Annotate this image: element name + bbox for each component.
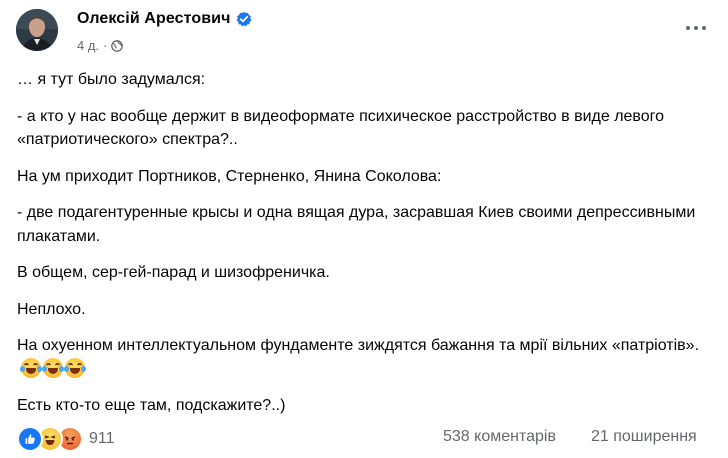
reaction-count[interactable]: 911 bbox=[89, 430, 115, 448]
emoji-group bbox=[20, 357, 86, 378]
laughing-tears-emoji bbox=[20, 357, 42, 378]
post-time[interactable]: 4 д. bbox=[77, 38, 99, 53]
globe-icon bbox=[111, 39, 124, 52]
post-line-1: … я тут было задумался: bbox=[17, 71, 206, 88]
meta-separator: · bbox=[103, 38, 108, 53]
reactions-summary[interactable]: 911 bbox=[17, 426, 115, 452]
post-line-8: Есть кто-то еще там, подскажите?..) bbox=[17, 397, 286, 414]
shares-count[interactable]: 21 поширення bbox=[591, 428, 697, 446]
post-header: Олексій Арестович 4 д. · bbox=[0, 0, 728, 70]
post-line-4: - две подагентуренные крысы и одна вящая… bbox=[17, 204, 696, 245]
post-line-5: В общем, сер-гей-парад и шизофреничка. bbox=[17, 264, 330, 281]
post-line-6: Неплохо. bbox=[17, 300, 86, 318]
post-footer: 911 538 коментарів 21 поширення bbox=[0, 418, 728, 458]
post-content: … я тут было задумался: - а кто у нас во… bbox=[17, 68, 717, 418]
laughing-tears-emoji bbox=[64, 357, 86, 378]
avatar[interactable] bbox=[16, 9, 58, 51]
comments-count[interactable]: 538 коментарів bbox=[443, 428, 556, 446]
post-line-3: На ум приходит Портников, Стерненко, Яни… bbox=[17, 167, 442, 185]
verified-badge-icon bbox=[236, 11, 252, 27]
more-options-icon[interactable] bbox=[686, 24, 706, 32]
post-line-7-text: На охуенном интеллектуальном фундаменте … bbox=[17, 337, 700, 354]
post-line-7: На охуенном интеллектуальном фундаменте … bbox=[17, 334, 717, 381]
post-line-2: - а кто у нас вообще держит в видеоформа… bbox=[17, 107, 665, 149]
like-reaction-icon bbox=[17, 426, 43, 452]
post-meta: 4 д. · bbox=[77, 38, 124, 53]
author-name[interactable]: Олексій Арестович bbox=[77, 10, 230, 28]
laughing-tears-emoji bbox=[42, 357, 64, 378]
